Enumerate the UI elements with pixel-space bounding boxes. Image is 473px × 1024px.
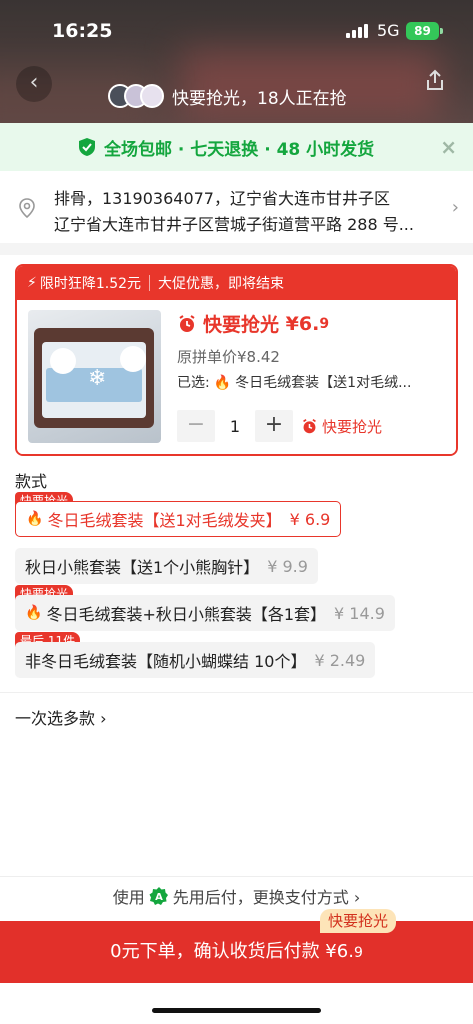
variant-label: 非冬日毛绒套装【随机小蝴蝶结 10个】 xyxy=(25,652,307,671)
alarm-clock-icon xyxy=(303,418,316,433)
payment-prefix: 使用 xyxy=(112,888,145,907)
original-price: 原拼单价¥8.42 xyxy=(177,348,280,366)
battery-icon: 89 xyxy=(406,22,443,40)
location-pin-icon xyxy=(19,198,35,219)
order-rush-tag: 快要抢光 xyxy=(320,909,397,933)
product-image[interactable]: ❄ xyxy=(28,310,161,443)
variant-label: 冬日毛绒套装【送1对毛绒发夹】 xyxy=(47,511,282,530)
flash-sale-card: ⚡ 限时狂降1.52元 大促优惠，即将结束 ❄ 快要抢光 ¥6. 9 原拼单价¥8… xyxy=(15,264,458,456)
increase-button[interactable]: + xyxy=(255,410,293,442)
place-order-button[interactable]: 0元下单，确认收货后付款 ¥6.9 xyxy=(0,921,473,983)
payment-method-text: 先用后付，更换支付方式 › xyxy=(172,888,361,907)
flame-icon: 🔥 xyxy=(213,375,232,391)
flame-icon: 🔥 xyxy=(26,511,44,527)
selected-prefix: 已选: xyxy=(177,375,210,391)
order-button-label: 0元下单，确认收货后付款 ¥6. xyxy=(110,941,354,962)
shipping-address[interactable]: 排骨，13190364077，辽宁省大连市甘井子区 辽宁省大连市甘井子区营城子街… xyxy=(0,171,473,243)
status-bar: 16:25 5G 89 xyxy=(0,18,473,46)
shield-check-icon xyxy=(79,138,95,156)
flash-label: 限时狂降1.52元 xyxy=(39,276,142,292)
multi-select-link[interactable]: 一次选多款 › xyxy=(15,705,107,729)
stepper-rush: 快要抢光 xyxy=(301,416,382,437)
address-detail: 辽宁省大连市甘井子区营城子街道营平路 288 号... xyxy=(54,215,414,234)
network-type: 5G xyxy=(377,21,400,40)
rush-price: 快要抢光 ¥6. 9 xyxy=(177,310,329,337)
variant-option-autumn-bear[interactable]: 秋日小熊套装【送1个小熊胸针】 ¥ 9.9 xyxy=(15,548,318,584)
selected-value: 冬日毛绒套装【送1对毛绒... xyxy=(235,375,412,391)
flash-note: 大促优惠，即将结束 xyxy=(158,276,285,292)
flame-icon: 🔥 xyxy=(25,605,43,621)
selected-variant: 已选: 🔥 冬日毛绒套装【送1对毛绒... xyxy=(177,372,447,392)
variants-title: 款式 xyxy=(15,472,48,491)
signal-icon xyxy=(346,24,370,38)
order-price-decimal: 9 xyxy=(353,945,363,961)
variant-option-combo[interactable]: 🔥 冬日毛绒套装+秋日小熊套装【各1套】 ¥ 14.9 xyxy=(15,595,395,631)
variant-option-winter-plush[interactable]: 🔥 冬日毛绒套装【送1对毛绒发夹】 ¥ 6.9 xyxy=(15,501,342,537)
home-indicator[interactable] xyxy=(152,1008,321,1013)
section-divider xyxy=(0,692,473,693)
section-divider xyxy=(0,243,473,255)
avatar xyxy=(140,84,164,108)
variant-label: 秋日小熊套装【送1个小熊胸针】 xyxy=(25,558,260,577)
notice-text: 快要抢光，18人正在抢 xyxy=(172,88,347,109)
flash-sale-header: ⚡ 限时狂降1.52元 大促优惠，即将结束 xyxy=(17,266,456,300)
chevron-right-icon: › xyxy=(451,197,459,218)
service-promise-bar: 全场包邮 · 七天退换 · 48 小时发货 × xyxy=(0,123,473,171)
payment-method[interactable]: 使用 A 先用后付，更换支付方式 › xyxy=(0,884,473,908)
quantity-value[interactable]: 1 xyxy=(215,417,255,436)
pay-later-icon: A xyxy=(149,887,168,905)
back-button[interactable]: ‹ xyxy=(16,66,52,102)
status-time: 16:25 xyxy=(52,20,113,42)
buying-notice: 快要抢光，18人正在抢 xyxy=(108,80,347,112)
header-backdrop: 16:25 5G 89 ‹ 快要抢光，18人正在抢 xyxy=(0,0,473,123)
address-contact: 排骨，13190364077，辽宁省大连市甘井子区 xyxy=(54,189,390,208)
share-icon[interactable] xyxy=(417,66,453,102)
buyer-avatars xyxy=(108,84,164,108)
variant-label: 冬日毛绒套装+秋日小熊套装【各1套】 xyxy=(46,605,327,624)
variant-price: ¥ 6.9 xyxy=(289,509,331,529)
variant-option-bow[interactable]: 非冬日毛绒套装【随机小蝴蝶结 10个】 ¥ 2.49 xyxy=(15,642,376,678)
svg-text:A: A xyxy=(155,892,163,903)
variant-price: ¥ 14.9 xyxy=(334,603,385,623)
product-summary: ❄ 快要抢光 ¥6. 9 原拼单价¥8.42 已选: 🔥 冬日毛绒套装【送1对毛绒..… xyxy=(17,300,456,454)
price-main: ¥6. xyxy=(285,312,320,335)
alarm-clock-icon xyxy=(179,314,195,332)
close-icon[interactable]: × xyxy=(440,135,457,159)
header-divider xyxy=(149,275,151,291)
lightning-icon: ⚡ xyxy=(27,275,37,291)
quantity-stepper: − 1 + 快要抢光 xyxy=(177,410,382,442)
variant-price: ¥ 9.9 xyxy=(267,556,308,576)
rush-label: 快要抢光 xyxy=(203,314,280,336)
section-divider xyxy=(0,876,473,877)
price-decimal: 9 xyxy=(319,315,330,332)
variant-price: ¥ 2.49 xyxy=(314,650,366,670)
stepper-rush-label: 快要抢光 xyxy=(322,417,383,436)
decrease-button[interactable]: − xyxy=(177,410,215,442)
promise-text: 全场包邮 · 七天退换 · 48 小时发货 xyxy=(104,139,375,160)
